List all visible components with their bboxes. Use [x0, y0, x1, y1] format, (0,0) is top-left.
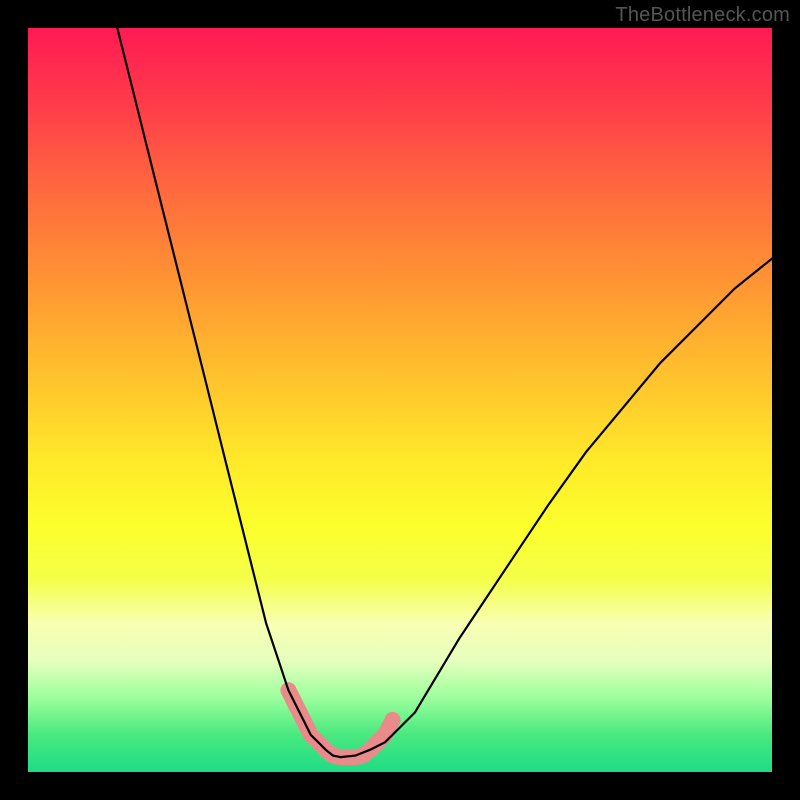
- right-curve: [341, 259, 773, 757]
- chart-frame: TheBottleneck.com: [0, 0, 800, 800]
- watermark-label: TheBottleneck.com: [615, 4, 790, 27]
- left-curve: [117, 28, 340, 757]
- plot-area: [28, 28, 772, 772]
- chart-svg: [28, 28, 772, 772]
